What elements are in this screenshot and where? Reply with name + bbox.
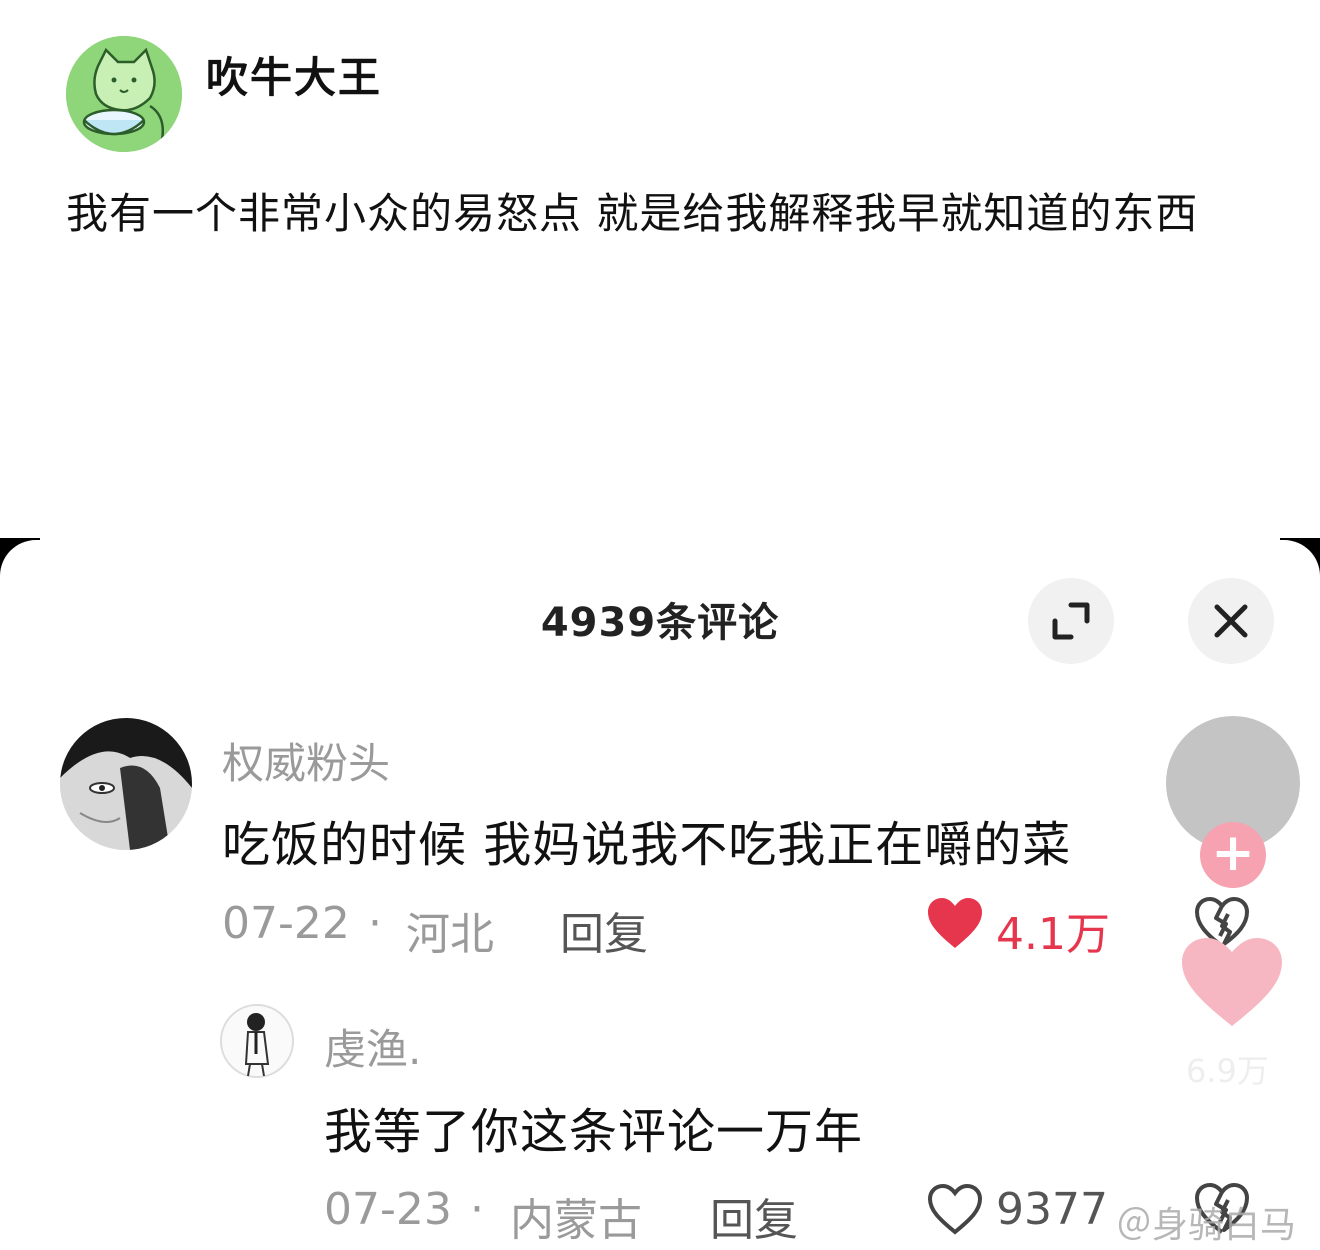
comment-username[interactable]: 权威粉头 [222, 730, 390, 791]
expand-button[interactable] [1028, 578, 1114, 664]
follow-plus-button[interactable]: + [1200, 822, 1266, 888]
reply-location: 内蒙古 [510, 1195, 642, 1246]
meta-separator: · [368, 898, 382, 949]
comment-location: 河北 [406, 909, 494, 960]
comments-count-title: 4939条评论 [540, 600, 780, 646]
avatar-sketch [220, 1004, 294, 1078]
close-icon [1214, 604, 1248, 638]
like-button[interactable] [926, 1182, 984, 1240]
avatar-photo [60, 718, 192, 850]
heart-icon [1182, 938, 1282, 1026]
close-button[interactable] [1188, 578, 1274, 664]
watermark: ＠身骑白马 [1116, 1205, 1297, 1246]
heart-outline-icon [927, 1183, 983, 1235]
comment-text: 吃饭的时候 我妈说我不吃我正在嚼的菜 [222, 817, 1072, 873]
post-text: 我有一个非常小众的易怒点 就是给我解释我早就知道的东西 [66, 189, 1199, 238]
reply-button[interactable]: 回复 [710, 1184, 798, 1248]
heart-filled-icon [928, 898, 982, 948]
like-count: 4.1万 [996, 909, 1110, 960]
reply-commenter-avatar[interactable] [220, 1004, 294, 1078]
cat-avatar-icon [66, 36, 182, 152]
post-author-name[interactable]: 吹牛大王 [206, 44, 382, 105]
reply-date: 07-23 [324, 1184, 452, 1235]
expand-icon [1052, 602, 1090, 640]
commenter-avatar[interactable] [60, 718, 192, 850]
reply-text: 我等了你这条评论一万年 [324, 1104, 864, 1160]
reply-button[interactable]: 回复 [560, 898, 648, 962]
like-count: 9377 [996, 1184, 1108, 1235]
floating-like-button[interactable] [1180, 936, 1284, 1032]
comment-date: 07-22 [222, 898, 350, 949]
meta-separator: · [470, 1184, 484, 1235]
floating-like-count: 6.9万 [1186, 1052, 1269, 1090]
like-button[interactable] [926, 896, 984, 954]
post-author-avatar[interactable] [66, 36, 182, 152]
reply-username[interactable]: 虔渔. [324, 1016, 421, 1077]
